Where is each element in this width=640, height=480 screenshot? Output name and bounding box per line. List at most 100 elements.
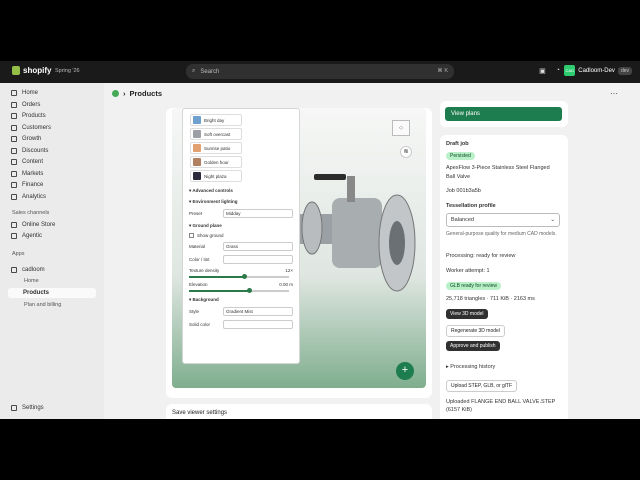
preset-golden-hour[interactable]: Golden hour — [190, 156, 242, 168]
sidebar-item-label: Growth — [22, 136, 42, 142]
tessellation-select[interactable]: Balanced ⌄ — [446, 213, 560, 227]
color-tint-label: Color / tint — [189, 257, 210, 262]
sidebar-item-label: Online Store — [22, 222, 56, 228]
search-shortcut: ⌘ K — [437, 68, 448, 74]
upload-button[interactable]: Upload STEP, GLB, or glTF — [446, 380, 518, 392]
elevation-value: 0.00 m — [279, 282, 293, 287]
sidebar-item-content[interactable]: Content — [8, 157, 96, 167]
sidebar-item-orders[interactable]: Orders — [8, 100, 96, 110]
sidebar-item-discounts[interactable]: Discounts — [8, 146, 96, 156]
texture-density-label: Texture density — [189, 268, 220, 273]
sales-channels-heading[interactable]: Sales channels — [12, 210, 49, 216]
save-settings-label[interactable]: Save viewer settings — [172, 410, 227, 416]
style-label: Style — [189, 309, 200, 314]
slider-fill — [189, 290, 249, 292]
slider-knob[interactable] — [247, 288, 252, 293]
upload-status: Uploaded FLANGE END BALL VALVE.STEP (615… — [446, 399, 556, 413]
chevron-down-icon: ⌄ — [550, 217, 555, 223]
regenerate-button[interactable]: Regenerate 3D model — [446, 325, 505, 337]
preset-sunrise-patio[interactable]: Sunrise patio — [190, 142, 242, 154]
advanced-controls-toggle[interactable]: ▾ Advanced controls — [189, 188, 293, 194]
home-icon — [11, 90, 17, 96]
sidebar-item-label: Discounts — [22, 148, 49, 154]
sidebar-item-products[interactable]: Products — [8, 111, 96, 121]
bell-icon[interactable]: ◔ — [556, 67, 560, 75]
page-title: Products — [129, 89, 163, 98]
sidebar-item-growth[interactable]: Growth — [8, 134, 96, 144]
sidebar-item-settings[interactable]: Settings — [8, 403, 96, 413]
sidebar-item-label: Agentic — [22, 233, 43, 239]
search-bar[interactable]: ⌕ Search ⌘ K — [186, 64, 454, 79]
layers-icon[interactable]: ≋ — [400, 146, 412, 158]
product-name: ApexFlow 3-Piece Stainless Steel Flanged… — [446, 165, 550, 180]
view-plans-button[interactable]: View plans — [445, 107, 562, 121]
slider-knob[interactable] — [242, 274, 247, 279]
sidebar-item-finance[interactable]: Finance — [8, 180, 96, 190]
preset-swatch — [193, 116, 201, 124]
preset-bright-day[interactable]: Bright day — [190, 114, 242, 126]
add-button[interactable]: + — [396, 362, 414, 380]
background-toggle[interactable]: ▾ Background — [189, 297, 293, 303]
inbox-icon[interactable]: ▣ — [539, 67, 546, 75]
env-tag: dev — [617, 66, 632, 75]
approve-publish-button[interactable]: Approve and publish — [446, 341, 500, 351]
user-menu[interactable]: CAD Cadloom-Dev dev — [564, 65, 632, 76]
sidebar-item-label: cadloom — [22, 267, 45, 273]
sidebar: Home Orders Products Customers Growth Di… — [0, 83, 104, 419]
draft-job-heading: Draft job — [446, 141, 469, 147]
material-select[interactable]: Grass — [223, 242, 293, 251]
glb-ready-badge: GLB ready for review — [446, 282, 501, 290]
preset-select[interactable]: Midday — [223, 209, 293, 218]
shopify-logo[interactable]: shopify — [12, 66, 51, 75]
view-cube-icon[interactable]: ◇ — [392, 120, 410, 136]
preset-label: Bright day — [204, 117, 225, 123]
shopify-bag-icon — [12, 66, 20, 75]
view-3d-button[interactable]: View 3D model — [446, 309, 488, 319]
sidebar-item-home[interactable]: Home — [8, 88, 96, 98]
sidebar-item-label: Orders — [22, 102, 41, 108]
app-sub-home[interactable]: Home — [24, 278, 39, 284]
app-sub-plan-billing[interactable]: Plan and billing — [24, 302, 61, 308]
environment-lighting-toggle[interactable]: ▾ Environment lighting — [189, 199, 293, 205]
save-settings-card: Save viewer settings — [166, 404, 432, 419]
preset-label: Sunrise patio — [204, 145, 231, 151]
color-tint-field[interactable] — [223, 255, 293, 264]
solid-color-field[interactable] — [223, 320, 293, 329]
elevation-slider[interactable] — [189, 288, 289, 293]
texture-density-slider[interactable] — [189, 274, 289, 279]
preset-night-plaza[interactable]: Night plaza — [190, 170, 242, 182]
show-ground-label: Show ground — [197, 233, 224, 238]
chevron-right-icon: › — [123, 89, 126, 98]
apps-heading[interactable]: Apps — [12, 251, 25, 257]
chart-icon — [11, 194, 17, 200]
sidebar-item-online-store[interactable]: Online Store — [8, 220, 96, 230]
app-sub-products[interactable]: Products — [8, 288, 96, 298]
draft-job-card: Draft job Persisted ApexFlow 3-Piece Sta… — [440, 135, 568, 419]
sidebar-item-cadloom[interactable]: cadloom — [8, 265, 96, 275]
slider-fill — [189, 276, 244, 278]
viewer-card: ◇ ≋ Bright day Soft overcast Sunrise pati… — [166, 108, 432, 398]
agent-icon — [11, 233, 17, 239]
search-placeholder: Search — [200, 68, 220, 75]
show-ground-checkbox[interactable] — [189, 233, 194, 238]
sidebar-item-analytics[interactable]: Analytics — [8, 192, 96, 202]
ground-plane-toggle[interactable]: ▾ Ground plane — [189, 223, 293, 229]
more-actions-icon[interactable]: ⋯ — [610, 89, 618, 98]
tessellation-heading: Tessellation profile — [446, 203, 496, 209]
preset-soft-overcast[interactable]: Soft overcast — [190, 128, 242, 140]
texture-density-value: 12× — [285, 268, 293, 273]
sidebar-item-customers[interactable]: Customers — [8, 123, 96, 133]
sidebar-item-markets[interactable]: Markets — [8, 169, 96, 179]
preset-label: Soft overcast — [204, 131, 231, 137]
3d-scene[interactable]: ◇ ≋ Bright day Soft overcast Sunrise pati… — [172, 108, 426, 388]
sidebar-item-label: Content — [22, 159, 44, 165]
sidebar-item-agentic[interactable]: Agentic — [8, 231, 96, 241]
style-select[interactable]: Gradient Mist — [223, 307, 293, 316]
bank-icon — [11, 182, 17, 188]
preset-swatch — [193, 158, 201, 166]
sidebar-item-label: Products — [22, 113, 46, 119]
user-name: Cadloom-Dev — [578, 67, 615, 74]
app-window: shopify Spring '26 ⌕ Search ⌘ K ▣ ◔ CAD … — [0, 61, 640, 419]
processing-history-toggle[interactable]: ▸ Processing history — [446, 364, 495, 370]
preset-swatch — [193, 144, 201, 152]
